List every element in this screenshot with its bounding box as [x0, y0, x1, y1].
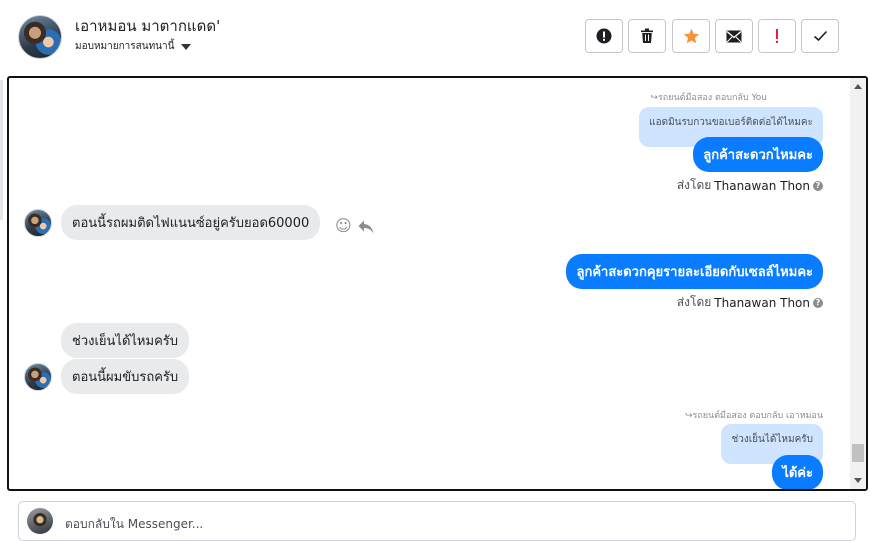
help-icon[interactable]: ? — [813, 297, 823, 308]
envelope-icon — [726, 30, 742, 42]
left-divider — [0, 80, 3, 220]
mark-unread-button[interactable] — [715, 19, 753, 53]
reply-note: ↪รถยนต์มือสอง ตอบกลับ You — [650, 90, 767, 104]
caret-down-icon — [181, 43, 192, 50]
incoming-message[interactable]: ตอนนี้ผมขับรถครับ — [61, 359, 190, 394]
delete-button[interactable] — [628, 19, 666, 53]
scrollbar-thumb[interactable] — [852, 444, 864, 462]
reply-composer[interactable] — [18, 501, 856, 541]
sent-by-label: ส่งโดย Thanawan Thon ? — [677, 176, 823, 195]
follow-up-button[interactable] — [758, 19, 796, 53]
sent-by-prefix: ส่งโดย — [676, 178, 712, 192]
star-button[interactable] — [672, 19, 710, 53]
contact-name[interactable]: เอาหมอน มาตากแดด' — [75, 14, 220, 38]
spam-button[interactable] — [585, 19, 623, 53]
star-icon — [683, 28, 699, 44]
outgoing-message[interactable]: ได้ค่ะ — [772, 455, 823, 489]
sent-by-name[interactable]: Thanawan Thon — [714, 296, 810, 310]
incoming-message[interactable]: ช่วงเย็นได้ไหมครับ — [61, 323, 190, 358]
scroll-down-arrow-icon[interactable] — [854, 478, 862, 483]
outgoing-message[interactable]: ลูกค้าสะดวกคุยรายละเอียดกับเซลล์ไหมคะ — [566, 254, 823, 289]
sent-by-name[interactable]: Thanawan Thon — [714, 179, 810, 193]
trash-icon — [641, 28, 653, 43]
sent-by-label: ส่งโดย Thanawan Thon ? — [677, 293, 823, 312]
contact-avatar[interactable] — [18, 15, 62, 59]
outgoing-message[interactable]: ลูกค้าสะดวกไหมคะ — [693, 137, 823, 172]
react-smiley-icon[interactable]: ☺ — [335, 216, 352, 235]
conversation-scrollbar[interactable] — [850, 78, 866, 489]
reply-note-text: รถยนต์มือสอง ตอบกลับ เอาหมอน — [692, 411, 823, 421]
reply-arrow-icon: ↪ — [650, 93, 658, 103]
sent-by-prefix: ส่งโดย — [676, 295, 712, 309]
sender-avatar[interactable] — [24, 209, 52, 237]
assign-conversation-dropdown[interactable]: มอบหมายการสนทนานี้ — [75, 39, 192, 54]
check-icon — [813, 30, 827, 42]
page-avatar — [27, 508, 53, 534]
alert-circle-icon — [596, 28, 612, 44]
help-icon[interactable]: ? — [813, 180, 823, 191]
sender-avatar[interactable] — [24, 363, 52, 391]
done-button[interactable] — [801, 19, 839, 53]
reply-note: ↪รถยนต์มือสอง ตอบกลับ เอาหมอน — [685, 408, 823, 422]
conversation-header: เอาหมอน มาตากแดด' มอบหมายการสนทนานี้ — [0, 0, 870, 76]
assign-label: มอบหมายการสนทนานี้ — [75, 41, 175, 52]
conversation-panel[interactable]: ↪รถยนต์มือสอง ตอบกลับ You แอดมินรบกวนขอเ… — [7, 76, 868, 491]
scroll-up-arrow-icon[interactable] — [854, 84, 862, 89]
reply-icon[interactable] — [358, 220, 374, 234]
reply-note-text: รถยนต์มือสอง ตอบกลับ You — [657, 93, 767, 103]
exclamation-icon — [776, 29, 778, 43]
incoming-message[interactable]: ตอนนี้รถผมติดไฟแนนซ์อยู่ครับยอด60000 — [61, 205, 321, 240]
